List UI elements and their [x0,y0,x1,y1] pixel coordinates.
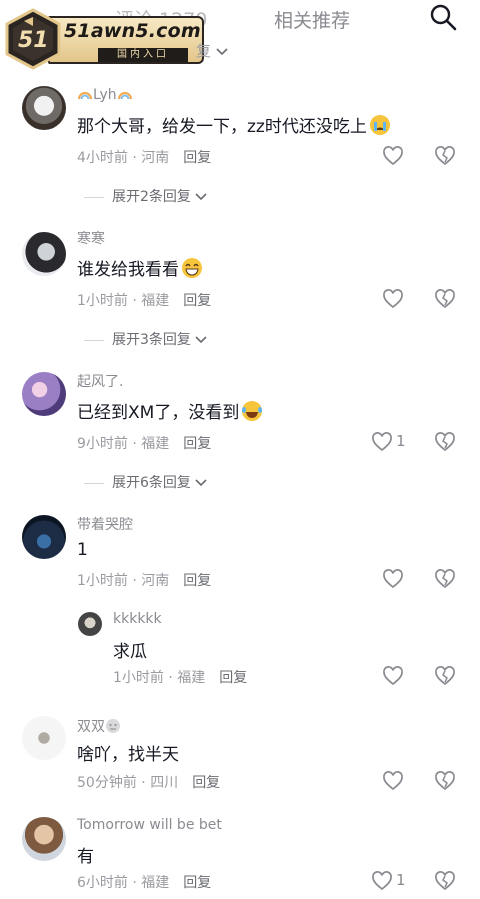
like-heart-icon[interactable] [382,288,404,310]
reply-button[interactable]: 回复 [183,436,211,452]
username[interactable]: Tomorrow will be bet [77,817,222,833]
grinning-emoji-icon [182,258,202,278]
reply-button[interactable]: 回复 [183,293,211,309]
chevron-down-icon [216,48,228,56]
tab-related[interactable]: 相关推荐 [274,6,350,33]
dislike-broken-heart-icon[interactable] [434,770,456,792]
banner-tail-text: 复 [196,40,228,61]
comment-meta: 9小时前 · 福建 回复 [77,436,212,452]
dislike-broken-heart-icon[interactable] [434,568,456,590]
chevron-down-icon [195,479,207,487]
comment-text: 求瓜 [113,642,147,662]
avatar[interactable] [22,716,66,760]
expand-replies[interactable]: 展开6条回复 [84,472,207,492]
laughing-crying-emoji-icon [242,401,263,421]
comment-meta: 1小时前 · 福建 回复 [77,293,212,309]
username[interactable]: 寒寒 [77,228,105,248]
expand-replies[interactable]: 展开3条回复 [84,329,207,349]
reply-button[interactable]: 回复 [219,670,247,686]
username[interactable]: 带着哭腔 [77,514,133,534]
like-heart-icon[interactable] [382,568,404,590]
like-count: 1 [396,871,406,889]
dislike-broken-heart-icon[interactable] [434,145,456,167]
comment-meta: 4小时前 · 河南 回复 [77,150,212,166]
like-heart-icon[interactable] [382,665,404,687]
banner-entry-label: 国内入口 [98,48,188,62]
dislike-broken-heart-icon[interactable] [434,431,456,453]
search-icon[interactable] [428,2,458,32]
reply-button[interactable]: 回复 [192,775,220,791]
dislike-broken-heart-icon[interactable] [434,870,456,892]
comment-text: 有 [77,847,94,867]
comment-meta: 6小时前 · 福建 回复 [77,875,212,891]
like-heart-icon[interactable] [371,870,393,892]
avatar[interactable] [22,232,66,276]
comment-text: 已经到XM了，没看到 [77,398,263,423]
comment-text: 1 [77,540,88,560]
avatar[interactable] [22,86,66,130]
comment-text: 谁发给我看看 [77,255,203,280]
avatar[interactable] [22,372,66,416]
like-heart-icon[interactable] [371,431,393,453]
comment-text: 啥吖，找半天 [77,745,179,765]
banner-brand: 51awn5.com [64,20,201,42]
like-heart-icon[interactable] [382,770,404,792]
username[interactable]: kkkkkk [113,611,162,627]
rainbow-icon [117,92,132,100]
comment-meta: 1小时前 · 福建 回复 [113,670,248,686]
username[interactable]: Lyh [77,86,133,103]
rainbow-icon [78,92,92,100]
username[interactable]: 双双 [77,716,121,736]
reply-button[interactable]: 回复 [183,875,211,891]
chevron-down-icon [195,336,207,344]
like-count: 1 [396,432,406,450]
face-emoji-icon [106,719,120,733]
expand-replies[interactable]: 展开2条回复 [84,186,207,206]
like-heart-icon[interactable] [382,145,404,167]
dislike-broken-heart-icon[interactable] [434,665,456,687]
ad-banner[interactable]: 51 51awn5.com 国内入口 [0,6,206,72]
comment-meta: 50分钟前 · 四川 回复 [77,775,221,791]
avatar[interactable] [22,515,66,559]
comment-meta: 1小时前 · 河南 回复 [77,573,212,589]
reply-button[interactable]: 回复 [183,573,211,589]
comment-text: 那个大哥，给发一下，zz时代还没吃上 [77,112,391,137]
banner-logo-text: 51 [18,28,49,53]
avatar[interactable] [78,612,102,636]
reply-button[interactable]: 回复 [183,150,211,166]
avatar[interactable] [22,817,66,861]
dislike-broken-heart-icon[interactable] [434,288,456,310]
crying-emoji-icon [369,115,390,135]
chevron-down-icon [195,193,207,201]
username[interactable]: 起风了. [77,371,123,391]
